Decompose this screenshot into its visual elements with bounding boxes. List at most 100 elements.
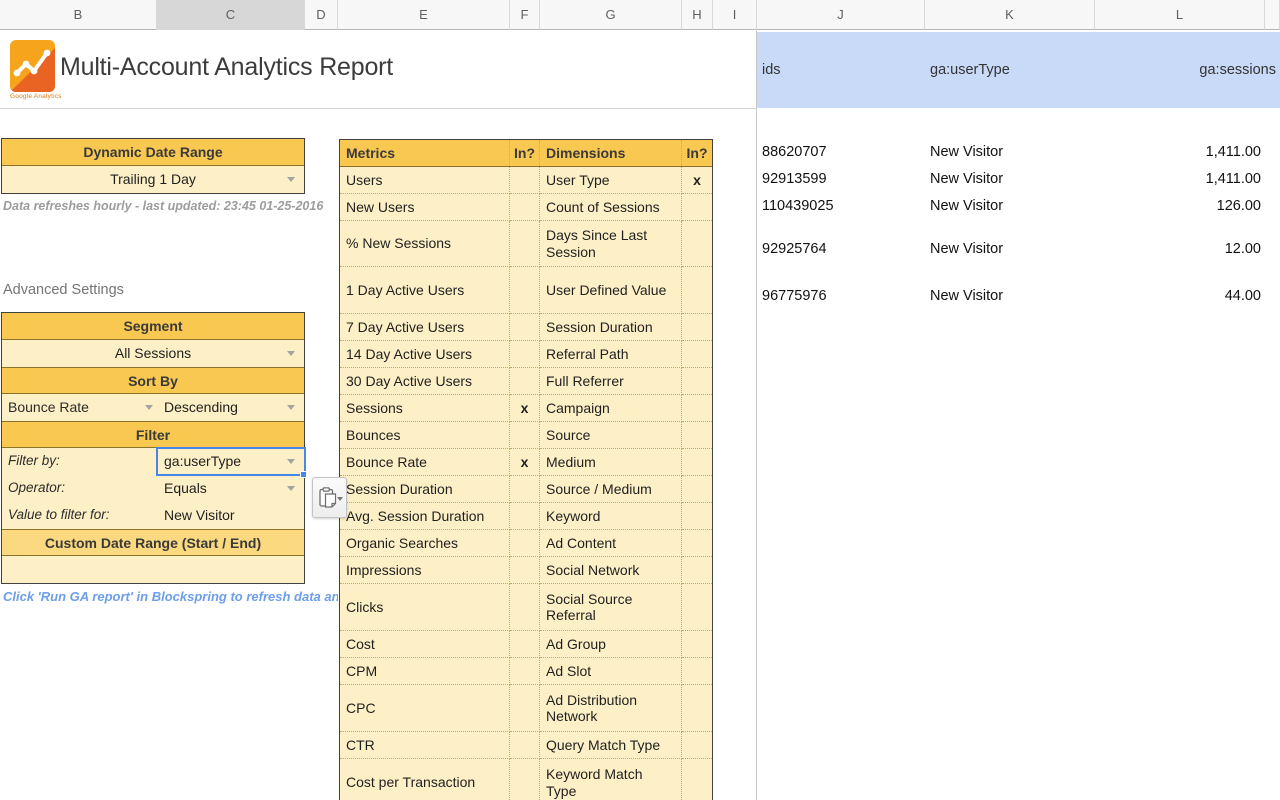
sessions-cell[interactable]: 126.00: [1217, 193, 1261, 220]
value-filter-value[interactable]: New Visitor: [164, 502, 235, 528]
column-header-E[interactable]: E: [338, 0, 510, 30]
sessions-cell[interactable]: 1,411.00: [1206, 166, 1261, 193]
metric-cell[interactable]: % New Sessions: [340, 221, 510, 267]
dimension-cell[interactable]: User Defined Value: [540, 267, 682, 314]
dimensions-column-header[interactable]: Dimensions: [540, 140, 682, 166]
dropdown-arrow-icon[interactable]: [287, 351, 295, 356]
dimension-in-cell[interactable]: [682, 449, 712, 476]
output-header-ids[interactable]: ids: [762, 32, 781, 108]
output-header-sessions[interactable]: ga:sessions: [1199, 32, 1276, 108]
dimension-in-cell[interactable]: [682, 530, 712, 557]
metric-in-cell[interactable]: [510, 194, 540, 221]
dimension-cell[interactable]: Source: [540, 422, 682, 449]
dimension-cell[interactable]: User Type: [540, 167, 682, 194]
metric-in-cell[interactable]: [510, 658, 540, 685]
dimension-cell[interactable]: Medium: [540, 449, 682, 476]
metric-cell[interactable]: Sessions: [340, 395, 510, 422]
metric-in-cell[interactable]: [510, 368, 540, 395]
dimension-cell[interactable]: Days Since Last Session: [540, 221, 682, 267]
ids-cell[interactable]: 110439025: [762, 193, 834, 220]
user-type-cell[interactable]: New Visitor: [930, 236, 1003, 263]
metric-in-cell[interactable]: [510, 167, 540, 194]
operator-value[interactable]: Equals: [164, 475, 207, 501]
in-column-header[interactable]: In?: [682, 140, 712, 166]
dropdown-arrow-icon[interactable]: [287, 177, 295, 182]
metric-in-cell[interactable]: [510, 476, 540, 503]
dimension-in-cell[interactable]: [682, 395, 712, 422]
metric-cell[interactable]: Cost: [340, 631, 510, 658]
metric-cell[interactable]: Cost per Transaction: [340, 759, 510, 800]
metric-cell[interactable]: CPM: [340, 658, 510, 685]
column-header-F[interactable]: F: [510, 0, 540, 30]
dimension-cell[interactable]: Session Duration: [540, 314, 682, 341]
dimension-cell[interactable]: Ad Distribution Network: [540, 685, 682, 732]
metric-in-cell[interactable]: x: [510, 449, 540, 476]
dropdown-arrow-icon[interactable]: [287, 486, 295, 491]
dimension-cell[interactable]: Source / Medium: [540, 476, 682, 503]
metric-cell[interactable]: CTR: [340, 732, 510, 759]
user-type-cell[interactable]: New Visitor: [930, 139, 1003, 166]
dimension-cell[interactable]: Campaign: [540, 395, 682, 422]
metrics-column-header[interactable]: Metrics: [340, 140, 510, 166]
ids-cell[interactable]: 88620707: [762, 139, 827, 166]
metric-cell[interactable]: Avg. Session Duration: [340, 503, 510, 530]
dimension-cell[interactable]: Keyword Match Type: [540, 759, 682, 800]
metric-in-cell[interactable]: [510, 267, 540, 314]
metric-in-cell[interactable]: x: [510, 395, 540, 422]
dimension-in-cell[interactable]: [682, 368, 712, 395]
selected-cell-border[interactable]: [156, 447, 306, 476]
metric-cell[interactable]: New Users: [340, 194, 510, 221]
metric-cell[interactable]: Impressions: [340, 557, 510, 584]
metric-in-cell[interactable]: [510, 221, 540, 267]
dimension-cell[interactable]: Query Match Type: [540, 732, 682, 759]
metric-in-cell[interactable]: [510, 631, 540, 658]
dimension-in-cell[interactable]: [682, 194, 712, 221]
metric-in-cell[interactable]: [510, 530, 540, 557]
column-header-I[interactable]: I: [713, 0, 757, 30]
ids-cell[interactable]: 92913599: [762, 166, 827, 193]
dimension-cell[interactable]: Full Referrer: [540, 368, 682, 395]
sort-direction-value[interactable]: Descending: [164, 394, 238, 420]
user-type-cell[interactable]: New Visitor: [930, 166, 1003, 193]
segment-value-cell[interactable]: All Sessions: [2, 340, 304, 367]
metric-in-cell[interactable]: [510, 341, 540, 368]
dimension-cell[interactable]: Referral Path: [540, 341, 682, 368]
user-type-cell[interactable]: New Visitor: [930, 283, 1003, 310]
paste-options-arrow-icon[interactable]: [337, 497, 343, 501]
metric-cell[interactable]: Clicks: [340, 584, 510, 631]
dimension-in-cell[interactable]: [682, 221, 712, 267]
date-range-value-cell[interactable]: Trailing 1 Day: [2, 166, 304, 193]
column-header-L[interactable]: L: [1095, 0, 1265, 30]
dimension-cell[interactable]: Social Network: [540, 557, 682, 584]
dimension-cell[interactable]: Social Source Referral: [540, 584, 682, 631]
dimension-cell[interactable]: Count of Sessions: [540, 194, 682, 221]
metric-in-cell[interactable]: [510, 685, 540, 732]
sessions-cell[interactable]: 44.00: [1225, 283, 1261, 310]
metric-in-cell[interactable]: [510, 759, 540, 800]
dimension-cell[interactable]: Keyword: [540, 503, 682, 530]
column-header-K[interactable]: K: [925, 0, 1095, 30]
metric-cell[interactable]: CPC: [340, 685, 510, 732]
dimension-in-cell[interactable]: [682, 503, 712, 530]
metric-cell[interactable]: Bounces: [340, 422, 510, 449]
dimension-in-cell[interactable]: [682, 658, 712, 685]
dimension-in-cell[interactable]: [682, 685, 712, 732]
metric-in-cell[interactable]: [510, 584, 540, 631]
output-header-user-type[interactable]: ga:userType: [930, 32, 1010, 108]
metric-in-cell[interactable]: [510, 557, 540, 584]
ids-cell[interactable]: 92925764: [762, 236, 827, 263]
column-header-D[interactable]: D: [305, 0, 338, 30]
dimension-in-cell[interactable]: [682, 476, 712, 503]
metric-in-cell[interactable]: [510, 422, 540, 449]
metric-cell[interactable]: Users: [340, 167, 510, 194]
dimension-cell[interactable]: Ad Content: [540, 530, 682, 557]
metric-in-cell[interactable]: [510, 314, 540, 341]
metric-cell[interactable]: 30 Day Active Users: [340, 368, 510, 395]
dropdown-arrow-icon[interactable]: [287, 405, 295, 410]
in-column-header[interactable]: In?: [510, 140, 540, 166]
metric-cell[interactable]: 7 Day Active Users: [340, 314, 510, 341]
dropdown-arrow-icon[interactable]: [145, 405, 153, 410]
dimension-in-cell[interactable]: [682, 267, 712, 314]
dimension-cell[interactable]: Ad Group: [540, 631, 682, 658]
sessions-cell[interactable]: 12.00: [1225, 236, 1261, 263]
